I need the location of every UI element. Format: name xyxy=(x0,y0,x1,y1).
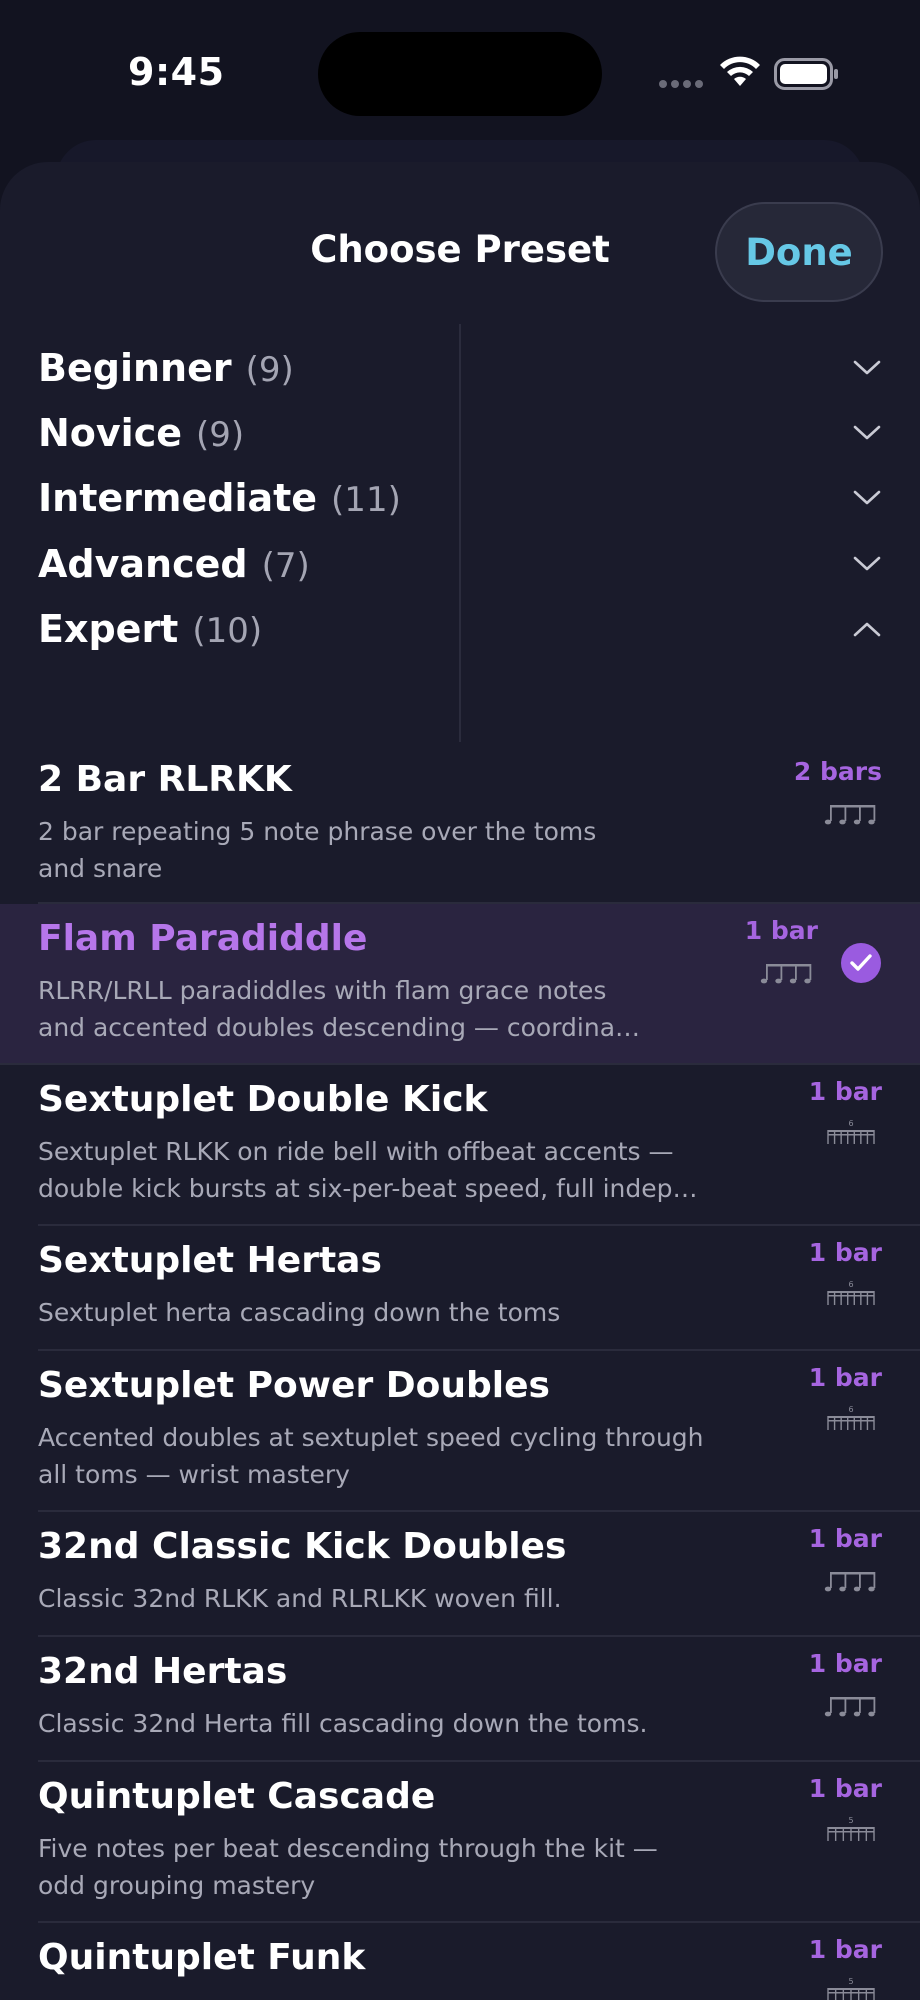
category-count: (11) xyxy=(331,480,401,520)
svg-text:5: 5 xyxy=(848,1977,853,1986)
notation-icon: 5 xyxy=(827,1816,875,1841)
preset-description: RLRR/LRLL paradiddles with flam grace no… xyxy=(38,972,738,1046)
preset-row[interactable]: Quintuplet Funk 1 bar 5 xyxy=(0,1923,920,2000)
preset-description: Classic 32nd RLKK and RLRLKK woven fill. xyxy=(38,1580,738,1617)
chevron-down-icon[interactable] xyxy=(852,358,882,378)
preset-row[interactable]: 32nd Hertas Classic 32nd Herta fill casca… xyxy=(0,1637,920,1762)
svg-text:5: 5 xyxy=(848,1816,853,1825)
chevron-down-icon[interactable] xyxy=(852,554,882,574)
svg-text:6: 6 xyxy=(848,1119,853,1128)
preset-row[interactable]: 2 Bar RLRKK 2 bar repeating 5 note phrase… xyxy=(0,745,920,904)
preset-title: Sextuplet Double Kick xyxy=(38,1079,488,1120)
preset-row[interactable]: Sextuplet Hertas Sextuplet herta cascadin… xyxy=(0,1226,920,1351)
checkmark-icon xyxy=(841,943,881,983)
notation-icon xyxy=(824,805,876,825)
preset-description-line: Sextuplet RLKK on ride bell with offbeat… xyxy=(38,1137,674,1166)
preset-description-line: odd grouping mastery xyxy=(38,1871,316,1900)
preset-bar-count: 1 bar xyxy=(808,1935,882,1964)
preset-description: Sextuplet herta cascading down the toms xyxy=(38,1294,738,1331)
done-button[interactable]: Done xyxy=(715,202,883,302)
category-name: Beginner (9) xyxy=(38,346,294,390)
preset-description-line: Accented doubles at sextuplet speed cycl… xyxy=(38,1423,704,1452)
preset-description: Sextuplet RLKK on ride bell with offbeat… xyxy=(38,1133,738,1207)
cellular-signal-icon xyxy=(659,80,703,88)
preset-description-line: and snare xyxy=(38,854,163,883)
preset-title: Sextuplet Hertas xyxy=(38,1240,382,1281)
preset-description-line: 2 bar repeating 5 note phrase over the t… xyxy=(38,817,597,846)
category-name: Novice (9) xyxy=(38,411,244,455)
preset-row[interactable]: Sextuplet Power Doubles Accented doubles … xyxy=(0,1351,920,1512)
preset-title: 32nd Classic Kick Doubles xyxy=(38,1526,567,1567)
preset-description-line: RLRR/LRLL paradiddles with flam grace no… xyxy=(38,976,607,1005)
notation-icon: 6 xyxy=(827,1119,875,1144)
category-count: (9) xyxy=(245,350,294,390)
notation-icon xyxy=(824,1697,876,1717)
preset-bar-count: 1 bar xyxy=(808,1238,882,1267)
notation-icon: 5 xyxy=(827,1977,875,2000)
preset-title: Flam Paradiddle xyxy=(38,918,368,959)
category-name: Expert (10) xyxy=(38,607,262,651)
preset-description: Classic 32nd Herta fill cascading down t… xyxy=(38,1705,738,1742)
preset-description-line: Classic 32nd RLKK and RLRLKK woven fill. xyxy=(38,1584,562,1613)
preset-bar-count: 1 bar xyxy=(744,916,818,945)
preset-description-line: Classic 32nd Herta fill cascading down t… xyxy=(38,1709,648,1738)
preset-title: 2 Bar RLRKK xyxy=(38,759,292,800)
battery-icon xyxy=(774,58,838,90)
notation-icon: 6 xyxy=(827,1280,875,1305)
category-count: (9) xyxy=(196,415,245,455)
svg-text:6: 6 xyxy=(848,1280,853,1289)
notation-icon xyxy=(760,964,812,984)
chevron-up-icon[interactable] xyxy=(852,619,882,639)
category-name: Intermediate (11) xyxy=(38,476,401,520)
svg-text:6: 6 xyxy=(848,1405,853,1414)
notation-icon xyxy=(824,1572,876,1592)
status-bar: 9:45 xyxy=(0,0,920,150)
notation-icon: 6 xyxy=(827,1405,875,1430)
preset-bar-count: 1 bar xyxy=(808,1524,882,1553)
preset-row[interactable]: 32nd Classic Kick Doubles Classic 32nd RL… xyxy=(0,1512,920,1637)
category-label: Novice xyxy=(38,411,183,455)
preset-title: 32nd Hertas xyxy=(38,1651,288,1692)
category-label: Intermediate xyxy=(38,476,318,520)
preset-title: Quintuplet Cascade xyxy=(38,1776,436,1817)
preset-description-line: and accented doubles descending — coordi… xyxy=(38,1013,641,1042)
preset-bar-count: 1 bar xyxy=(808,1774,882,1803)
category-count: (10) xyxy=(192,611,263,651)
category-name: Advanced (7) xyxy=(38,542,310,586)
preset-row[interactable]: Sextuplet Double Kick Sextuplet RLKK on r… xyxy=(0,1065,920,1226)
category-label: Advanced xyxy=(38,542,248,586)
preset-description-line: Sextuplet herta cascading down the toms xyxy=(38,1298,561,1327)
preset-title: Quintuplet Funk xyxy=(38,1937,366,1978)
preset-bar-count: 1 bar xyxy=(808,1077,882,1106)
preset-row[interactable]: Flam Paradiddle RLRR/LRLL paradiddles wit… xyxy=(0,904,920,1065)
preset-title: Sextuplet Power Doubles xyxy=(38,1365,550,1406)
preset-description: Five notes per beat descending through t… xyxy=(38,1830,738,1904)
preset-bar-count: 2 bars xyxy=(793,757,882,786)
status-time: 9:45 xyxy=(128,50,225,94)
preset-description-line: all toms — wrist mastery xyxy=(38,1460,350,1489)
preset-description: Accented doubles at sextuplet speed cycl… xyxy=(38,1419,738,1493)
preset-sheet: Choose Preset Done Beginner (9) Novice (9) I… xyxy=(0,162,920,2000)
category-label: Expert xyxy=(38,607,179,651)
category-count: (7) xyxy=(261,546,310,586)
dynamic-island xyxy=(318,32,602,116)
category-label: Beginner xyxy=(38,346,232,390)
preset-bar-count: 1 bar xyxy=(808,1649,882,1678)
category-row-expert[interactable]: Expert (10) xyxy=(0,589,920,672)
chevron-down-icon[interactable] xyxy=(852,488,882,508)
preset-description-line: Five notes per beat descending through t… xyxy=(38,1834,658,1863)
preset-description: 2 bar repeating 5 note phrase over the t… xyxy=(38,813,738,887)
chevron-down-icon[interactable] xyxy=(852,423,882,443)
preset-bar-count: 1 bar xyxy=(808,1363,882,1392)
preset-description-line: double kick bursts at six-per-beat speed… xyxy=(38,1174,698,1203)
wifi-icon xyxy=(720,56,760,86)
preset-row[interactable]: Quintuplet Cascade Five notes per beat de… xyxy=(0,1762,920,1923)
